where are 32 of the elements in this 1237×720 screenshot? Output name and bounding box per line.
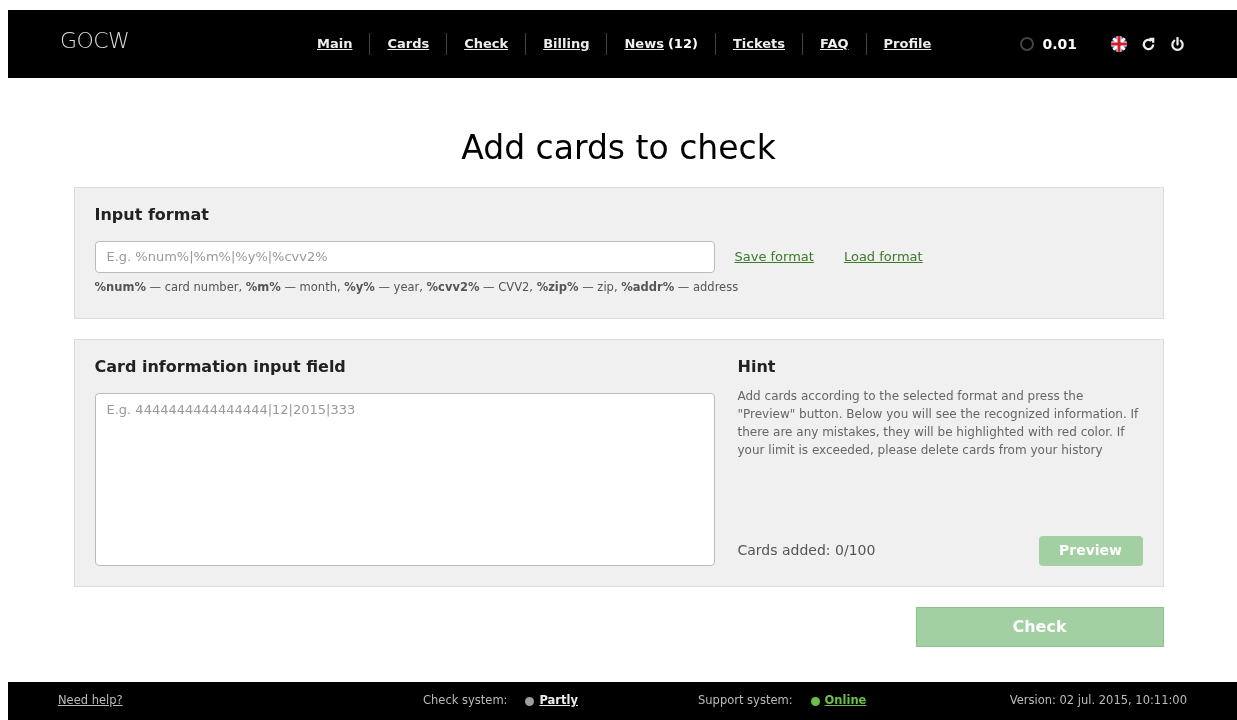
nav-link[interactable]: Profile xyxy=(883,34,932,54)
nav-link[interactable]: Cards xyxy=(387,34,430,54)
section-heading: Card information input field xyxy=(94,355,347,378)
hint-text: Add cards according to the selected format and press the "Preview" button. Below you will see the recognized information. If there are any mistakes, they will be highlighted with red color. If your limit is exceeded, please delete cards from your history xyxy=(737,387,1140,459)
hint-heading: Hint xyxy=(737,355,777,378)
version-text: Version: 02 jul. 2015, 10:11:00 xyxy=(1009,692,1187,710)
status-link[interactable]: Partly xyxy=(539,692,578,710)
balance: 0.01 xyxy=(1042,34,1077,54)
nav-link[interactable]: News xyxy=(624,34,664,54)
status-label: Support system: xyxy=(698,692,793,710)
format-legend: %num% — card number, %m% — month, %y% — year, %cvv2% — CVV2, %zip% — zip, %addr% — address xyxy=(94,278,1143,296)
power-icon[interactable] xyxy=(1170,36,1185,52)
nav-link[interactable]: Main xyxy=(317,34,353,54)
format-link[interactable]: Load format xyxy=(843,246,923,267)
news-count: (12) xyxy=(667,35,698,54)
status-label: Check system: xyxy=(423,692,508,710)
nav-link[interactable]: FAQ xyxy=(820,34,849,54)
status-link[interactable]: Online xyxy=(824,692,867,710)
nav-link[interactable]: Check xyxy=(464,34,509,54)
nav-link[interactable]: Billing xyxy=(543,34,590,54)
format-link[interactable]: Save format xyxy=(734,246,814,267)
cards-added: Cards added: 0/100 xyxy=(737,541,876,561)
logo[interactable]: GOCW xyxy=(60,23,280,57)
cards-textarea[interactable]: E.g. 4444444444444444|12|2015|333 xyxy=(94,392,715,566)
refresh-icon[interactable] xyxy=(1141,36,1156,52)
nav-link[interactable]: Tickets xyxy=(732,34,785,54)
flag-icon[interactable] xyxy=(1111,36,1127,52)
page-title: Add cards to check xyxy=(461,127,776,169)
help-link[interactable]: Need help? xyxy=(58,692,423,710)
section-heading: Input format xyxy=(94,203,210,226)
format-field[interactable]: E.g. %num%|%m%|%y%|%cvv2% xyxy=(94,240,715,273)
coin-icon xyxy=(1020,37,1035,51)
